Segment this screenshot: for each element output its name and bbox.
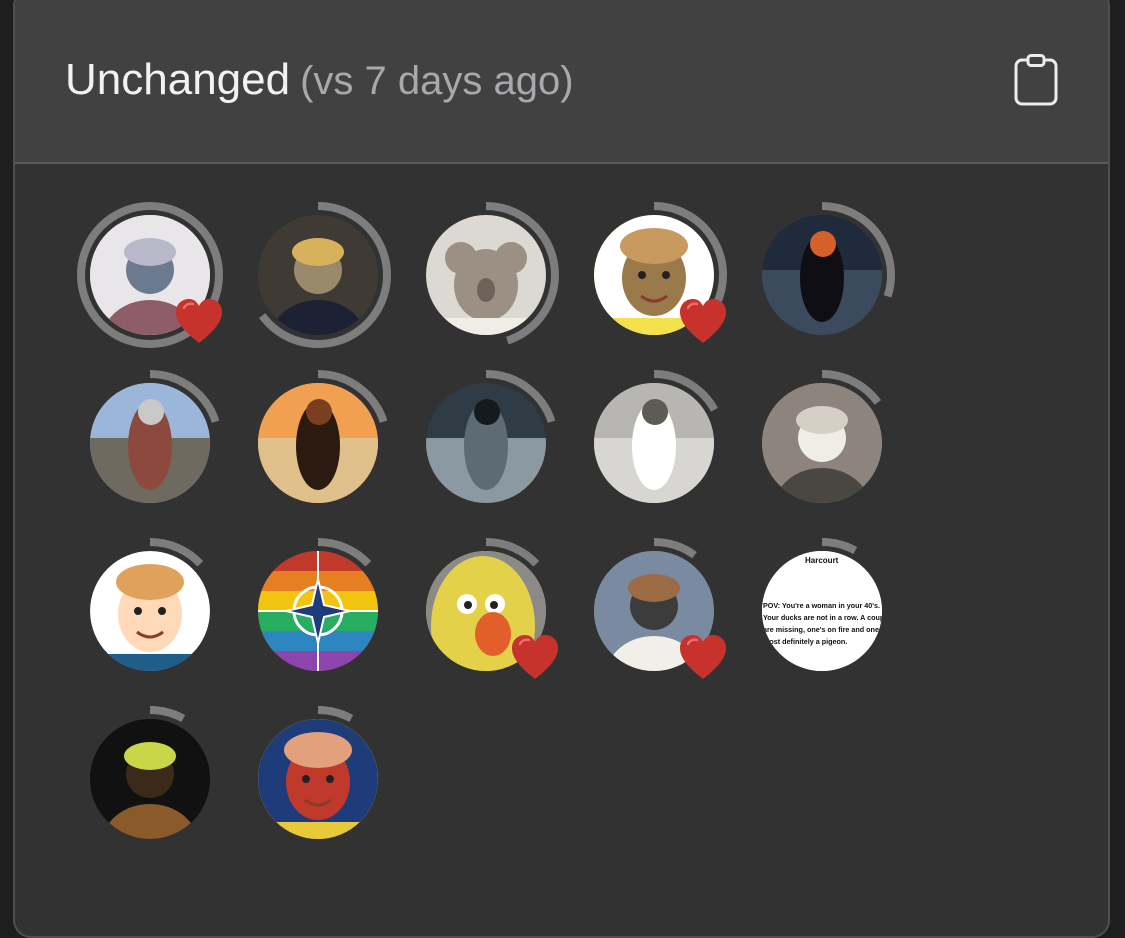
avatar-grid: Harcourt POV: You're a woman in your 40's… [15,0,1108,936]
avatar-image [90,383,210,503]
avatar-text-line: Your ducks are not in a row. A couple [763,613,890,622]
avatar-image [594,383,714,503]
progress-ring [317,706,354,723]
heart-icon [677,296,729,348]
avatar-svg [90,706,210,839]
avatar-image [90,719,210,839]
avatar-image: Harcourt POV: You're a woman in your 40's… [762,551,890,671]
avatar-6[interactable] [75,368,225,518]
avatar-17[interactable] [243,704,393,854]
avatar-9[interactable] [579,368,729,518]
avatar-text-line: POV: You're a woman in your 40's. [763,601,880,610]
avatar-10[interactable] [747,368,897,518]
avatar-14[interactable] [579,536,729,686]
heart-icon [173,296,225,348]
avatar-13[interactable] [411,536,561,686]
avatar-2[interactable] [243,200,393,350]
avatar-image [258,551,378,671]
avatar-1[interactable] [75,200,225,350]
avatar-image [258,719,378,839]
avatar-svg: Harcourt POV: You're a woman in your 40's… [762,538,890,671]
avatar-11[interactable] [75,536,225,686]
avatar-text-line: most definitely a pigeon. [763,637,847,646]
avatar-svg [90,538,210,671]
avatar-svg [594,370,718,503]
progress-ring [149,706,186,723]
avatar-svg [762,202,895,335]
avatar-8[interactable] [411,368,561,518]
avatar-image [762,383,882,503]
heart-icon [677,632,729,684]
avatar-svg [762,370,882,503]
avatar-svg [258,706,378,839]
avatar-svg [90,370,220,503]
avatar-text-line: are missing, one's on fire and one is [763,625,887,634]
avatar-3[interactable] [411,200,561,350]
avatar-5[interactable] [747,200,897,350]
avatar-text-line: Harcourt [805,556,839,565]
avatar-svg [258,370,388,503]
avatar-svg [258,202,391,348]
unchanged-panel: Unchanged (vs 7 days ago) Harcourt POV: Yo… [13,0,1110,938]
avatar-image [426,215,546,335]
avatar-image [258,383,378,503]
avatar-svg [426,202,559,345]
avatar-7[interactable] [243,368,393,518]
avatar-svg [426,370,556,503]
avatar-15[interactable]: Harcourt POV: You're a woman in your 40's… [747,536,897,686]
avatar-12[interactable] [243,536,393,686]
avatar-4[interactable] [579,200,729,350]
progress-ring [821,538,858,555]
avatar-image [762,215,882,335]
avatar-image [258,215,378,335]
avatar-svg [258,538,378,671]
avatar-image [426,383,546,503]
avatar-image [90,551,210,671]
heart-icon [509,632,561,684]
avatar-16[interactable] [75,704,225,854]
